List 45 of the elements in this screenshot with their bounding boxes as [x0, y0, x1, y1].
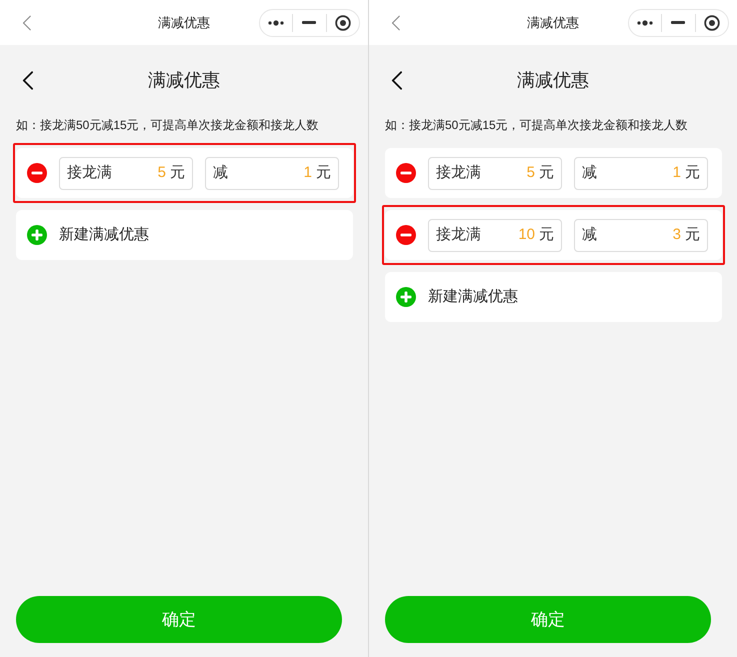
- unit-label: 元: [170, 162, 185, 183]
- threshold-field[interactable]: 接龙满 5 元: [59, 156, 193, 190]
- discount-field[interactable]: 减 1 元: [205, 156, 339, 190]
- hint-text: 如：接龙满50元减15元，可提高单次接龙金额和接龙人数: [385, 118, 688, 132]
- ring-dot-icon[interactable]: [334, 14, 351, 30]
- unit-label: 元: [539, 224, 554, 245]
- field-label: 接龙满: [436, 162, 481, 183]
- field-label: 减: [582, 162, 597, 183]
- field-label: 接龙满: [436, 224, 481, 245]
- field-label: 减: [582, 224, 597, 245]
- discount-field[interactable]: 减 3 元: [574, 218, 708, 252]
- threshold-field[interactable]: 接龙满 10 元: [428, 218, 562, 252]
- add-rule-button[interactable]: 新建满减优惠: [16, 210, 353, 260]
- page-title: 满减优惠: [148, 68, 220, 92]
- amount-value: 10: [518, 224, 535, 245]
- plus-circle-icon: [27, 225, 47, 245]
- amount-value: 3: [672, 224, 681, 245]
- unit-label: 元: [316, 162, 331, 183]
- more-icon[interactable]: [637, 20, 654, 26]
- amount-value: 5: [158, 162, 166, 183]
- field-label: 减: [213, 162, 228, 183]
- amount-value: 1: [672, 162, 681, 183]
- threshold-field[interactable]: 接龙满 5 元: [428, 156, 562, 190]
- page-title: 满减优惠: [517, 68, 589, 92]
- add-rule-button[interactable]: 新建满减优惠: [385, 272, 722, 322]
- unit-label: 元: [539, 162, 554, 183]
- minus-icon[interactable]: [671, 21, 686, 24]
- amount-value: 5: [526, 162, 535, 183]
- nav-title: 满减优惠: [158, 14, 210, 32]
- back-icon[interactable]: [391, 70, 402, 90]
- discount-field[interactable]: 减 1 元: [574, 156, 708, 190]
- minus-circle-icon[interactable]: [27, 163, 47, 183]
- unit-label: 元: [685, 162, 700, 183]
- field-label: 接龙满: [67, 162, 112, 183]
- unit-label: 元: [685, 224, 700, 245]
- minus-circle-icon[interactable]: [396, 225, 416, 245]
- ring-dot-icon[interactable]: [704, 14, 720, 30]
- minus-icon[interactable]: [302, 21, 316, 24]
- amount-value: 1: [304, 162, 312, 183]
- nav-title: 满减优惠: [527, 14, 579, 32]
- plus-circle-icon: [396, 287, 416, 307]
- hint-text: 如：接龙满50元减15元，可提高单次接龙金额和接龙人数: [16, 118, 319, 132]
- more-icon[interactable]: [268, 20, 284, 26]
- back-icon[interactable]: [22, 70, 33, 90]
- minus-circle-icon[interactable]: [396, 163, 416, 183]
